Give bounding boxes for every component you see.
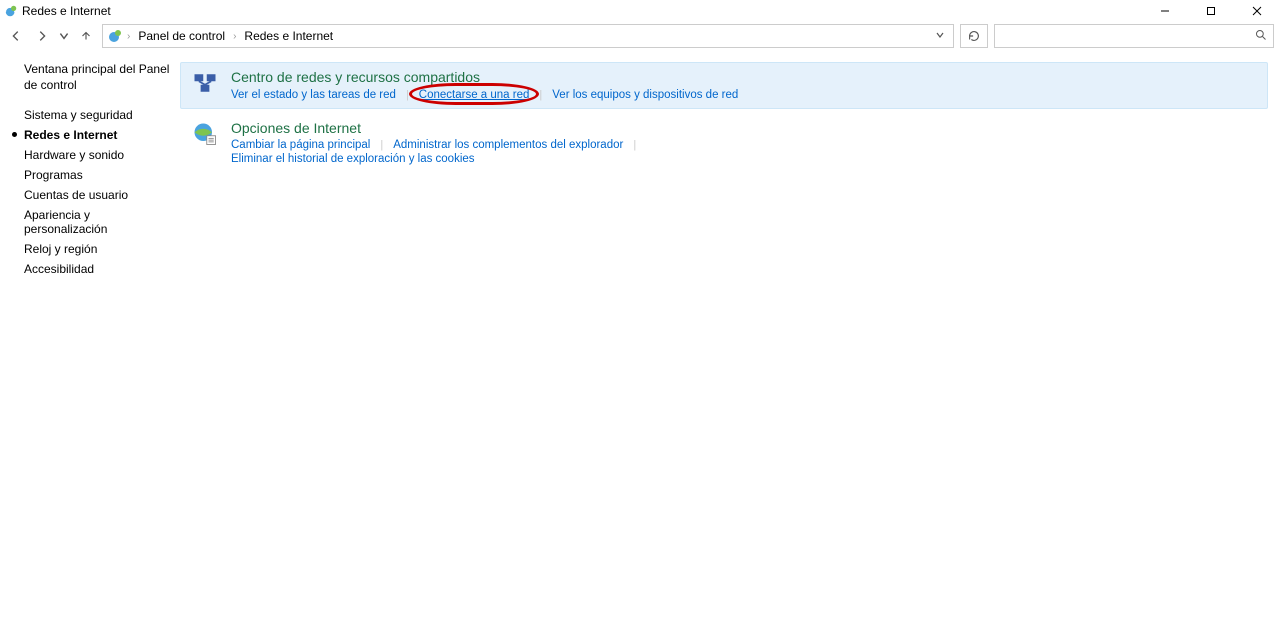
sidebar-item-hardware-sound[interactable]: Hardware y sonido [24, 145, 172, 165]
internet-options-icon [191, 120, 219, 148]
main-panel: Centro de redes y recursos compartidos V… [180, 62, 1280, 279]
forward-button[interactable] [32, 26, 52, 46]
panel-internet-options[interactable]: Opciones de Internet Cambiar la página p… [180, 113, 1268, 173]
minimize-button[interactable] [1142, 0, 1188, 22]
highlighted-annotation: Conectarse a una red [419, 87, 530, 102]
link-separator: | [539, 89, 542, 101]
link-delete-browsing-history[interactable]: Eliminar el historial de exploración y l… [231, 152, 475, 166]
maximize-button[interactable] [1188, 0, 1234, 22]
link-view-network-devices[interactable]: Ver los equipos y dispositivos de red [552, 88, 738, 102]
sidebar: Ventana principal del Panel de control S… [0, 62, 180, 279]
link-separator: | [633, 139, 636, 151]
address-dropdown-icon[interactable] [931, 29, 949, 43]
panel-body: Centro de redes y recursos compartidos V… [231, 69, 1257, 102]
window-title: Redes e Internet [22, 4, 111, 18]
network-sharing-icon [191, 69, 219, 97]
link-separator: | [380, 139, 383, 151]
sidebar-item-user-accounts[interactable]: Cuentas de usuario [24, 185, 172, 205]
search-input[interactable] [1001, 28, 1255, 44]
link-view-network-status[interactable]: Ver el estado y las tareas de red [231, 88, 396, 102]
refresh-button[interactable] [960, 24, 988, 48]
link-manage-addons[interactable]: Administrar los complementos del explora… [393, 138, 623, 152]
search-box[interactable] [994, 24, 1274, 48]
address-bar[interactable]: › Panel de control › Redes e Internet [102, 24, 954, 48]
sidebar-item-clock-region[interactable]: Reloj y región [24, 239, 172, 259]
panel-title[interactable]: Centro de redes y recursos compartidos [231, 69, 1257, 85]
link-change-homepage[interactable]: Cambiar la página principal [231, 138, 370, 152]
up-button[interactable] [76, 26, 96, 46]
history-dropdown[interactable] [58, 26, 70, 46]
sidebar-item-appearance[interactable]: Apariencia y personalización [24, 205, 172, 239]
panel-links: Cambiar la página principal | Administra… [231, 138, 1257, 166]
window-icon [4, 4, 18, 18]
titlebar: Redes e Internet [0, 0, 1280, 22]
breadcrumb-root[interactable]: Panel de control [134, 27, 229, 45]
search-icon[interactable] [1255, 29, 1267, 44]
content-area: Ventana principal del Panel de control S… [0, 50, 1280, 279]
link-separator: | [406, 89, 409, 101]
panel-links: Ver el estado y las tareas de red | Cone… [231, 87, 1257, 102]
sidebar-item-network-internet[interactable]: Redes e Internet [24, 125, 172, 145]
chevron-right-icon: › [233, 31, 236, 42]
control-panel-icon [107, 28, 123, 44]
link-connect-to-network[interactable]: Conectarse a una red [419, 88, 530, 102]
panel-network-sharing[interactable]: Centro de redes y recursos compartidos V… [180, 62, 1268, 109]
close-button[interactable] [1234, 0, 1280, 22]
window-controls [1142, 0, 1280, 22]
panel-title[interactable]: Opciones de Internet [231, 120, 1257, 136]
sidebar-item-accessibility[interactable]: Accesibilidad [24, 259, 172, 279]
navbar: › Panel de control › Redes e Internet [0, 22, 1280, 50]
back-button[interactable] [6, 26, 26, 46]
sidebar-item-system-security[interactable]: Sistema y seguridad [24, 105, 172, 125]
control-panel-home-link[interactable]: Ventana principal del Panel de control [24, 62, 172, 93]
chevron-right-icon: › [127, 31, 130, 42]
sidebar-item-programs[interactable]: Programas [24, 165, 172, 185]
panel-body: Opciones de Internet Cambiar la página p… [231, 120, 1257, 166]
breadcrumb-current[interactable]: Redes e Internet [240, 27, 337, 45]
